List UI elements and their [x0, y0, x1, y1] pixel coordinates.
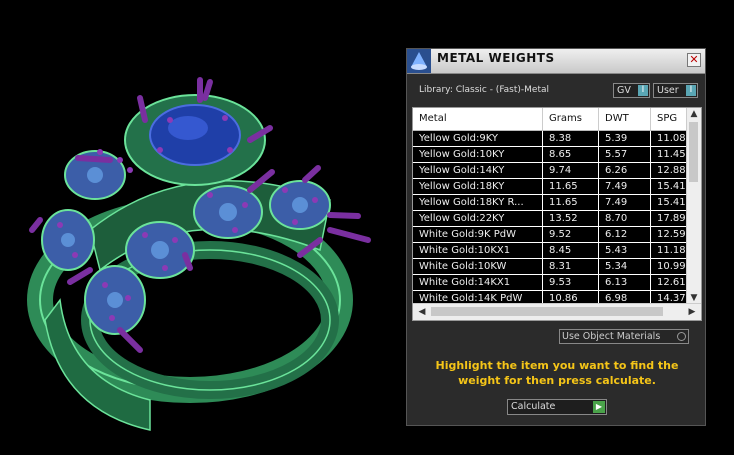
cell-metal: Yellow Gold:22KY	[413, 211, 543, 226]
table-row[interactable]: Yellow Gold:9KY 8.38 5.39 11.08	[413, 131, 691, 146]
table-row[interactable]: White Gold:10KX1 8.45 5.43 11.18	[413, 243, 691, 258]
cell-metal: Yellow Gold:14KY	[413, 163, 543, 178]
calculate-button[interactable]: Calculate ▶	[507, 399, 607, 415]
cell-spg: 12.61	[651, 275, 691, 290]
cell-metal: Yellow Gold:18KY R...	[413, 195, 543, 210]
table-row[interactable]: Yellow Gold:18KY R... 11.65 7.49 15.41	[413, 195, 691, 210]
cell-metal: White Gold:10KX1	[413, 243, 543, 258]
column-header-grams[interactable]: Grams	[543, 108, 599, 130]
table-row[interactable]: White Gold:9K PdW 9.52 6.12 12.59	[413, 227, 691, 242]
cell-grams: 11.65	[543, 179, 599, 194]
table-row[interactable]: White Gold:14KX1 9.53 6.13 12.61	[413, 275, 691, 290]
cell-spg: 12.88	[651, 163, 691, 178]
column-header-metal[interactable]: Metal	[413, 108, 543, 130]
cell-spg: 11.08	[651, 131, 691, 146]
cell-grams: 8.65	[543, 147, 599, 162]
cell-dwt: 5.43	[599, 243, 651, 258]
cell-spg: 15.41	[651, 195, 691, 210]
library-label: Library: Classic - (Fast)-Metal	[419, 85, 550, 95]
table-row[interactable]: Yellow Gold:22KY 13.52 8.70 17.89	[413, 211, 691, 226]
scroll-thumb[interactable]	[431, 307, 663, 316]
table-row[interactable]: White Gold:10KW 8.31 5.34 10.99	[413, 259, 691, 274]
cell-dwt: 5.34	[599, 259, 651, 274]
instruction-text: Highlight the item you want to find the …	[435, 359, 679, 387]
toggle-indicator-icon: I	[638, 85, 648, 96]
cell-grams: 8.31	[543, 259, 599, 274]
metal-weights-dialog: METAL WEIGHTS ✕ Library: Classic - (Fast…	[406, 48, 706, 426]
cell-dwt: 8.70	[599, 211, 651, 226]
cell-grams: 9.53	[543, 275, 599, 290]
cell-spg: 11.18	[651, 243, 691, 258]
metal-table[interactable]: Metal Grams DWT SPG Yellow Gold:9KY 8.38 5…	[412, 107, 702, 321]
cell-metal: White Gold:14KX1	[413, 275, 543, 290]
calculate-label: Calculate	[511, 401, 556, 412]
scroll-thumb[interactable]	[689, 122, 698, 182]
app-icon	[407, 49, 431, 73]
use-object-materials-toggle[interactable]: Use Object Materials	[559, 329, 689, 344]
toggle-indicator-icon: I	[686, 85, 696, 96]
cell-spg: 15.41	[651, 179, 691, 194]
column-header-dwt[interactable]: DWT	[599, 108, 651, 130]
table-row[interactable]: Yellow Gold:14KY 9.74 6.26 12.88	[413, 163, 691, 178]
cell-grams: 8.38	[543, 131, 599, 146]
cell-grams: 11.65	[543, 195, 599, 210]
column-header-spg[interactable]: SPG	[651, 108, 691, 130]
cell-dwt: 5.57	[599, 147, 651, 162]
cell-dwt: 7.49	[599, 195, 651, 210]
cell-dwt: 7.49	[599, 179, 651, 194]
ring-model	[27, 77, 371, 431]
table-header: Metal Grams DWT SPG	[413, 108, 691, 131]
cell-grams: 9.52	[543, 227, 599, 242]
cell-metal: White Gold:9K PdW	[413, 227, 543, 242]
cell-dwt: 5.39	[599, 131, 651, 146]
gv-toggle-label: GV	[617, 85, 631, 96]
cell-grams: 9.74	[543, 163, 599, 178]
cell-dwt: 6.13	[599, 275, 651, 290]
cell-metal: Yellow Gold:10KY	[413, 147, 543, 162]
cell-metal: Yellow Gold:18KY	[413, 179, 543, 194]
cell-spg: 10.99	[651, 259, 691, 274]
table-row[interactable]: Yellow Gold:10KY 8.65 5.57 11.45	[413, 147, 691, 162]
user-toggle-label: User	[657, 85, 679, 96]
scroll-left-icon[interactable]: ◀	[415, 306, 429, 318]
close-button[interactable]: ✕	[687, 53, 701, 67]
table-row[interactable]: Yellow Gold:18KY 11.65 7.49 15.41	[413, 179, 691, 194]
user-toggle[interactable]: User I	[653, 83, 698, 98]
cell-spg: 11.45	[651, 147, 691, 162]
radio-icon	[677, 332, 686, 341]
cell-grams: 13.52	[543, 211, 599, 226]
cell-metal: Yellow Gold:9KY	[413, 131, 543, 146]
gv-toggle[interactable]: GV I	[613, 83, 650, 98]
scroll-up-icon[interactable]: ▲	[687, 108, 701, 120]
cell-spg: 12.59	[651, 227, 691, 242]
cell-metal: White Gold:10KW	[413, 259, 543, 274]
dialog-title: METAL WEIGHTS	[437, 51, 555, 65]
play-icon: ▶	[593, 401, 605, 413]
cell-dwt: 6.12	[599, 227, 651, 242]
dialog-titlebar[interactable]: METAL WEIGHTS ✕	[407, 49, 705, 74]
cell-spg: 17.89	[651, 211, 691, 226]
cell-grams: 8.45	[543, 243, 599, 258]
scroll-right-icon[interactable]: ▶	[685, 306, 699, 318]
3d-viewport[interactable]	[0, 0, 400, 455]
cell-dwt: 6.26	[599, 163, 651, 178]
use-object-materials-label: Use Object Materials	[562, 331, 661, 342]
vertical-scrollbar[interactable]: ▲ ▼	[686, 108, 701, 304]
horizontal-scrollbar[interactable]: ◀ ▶	[413, 303, 701, 320]
